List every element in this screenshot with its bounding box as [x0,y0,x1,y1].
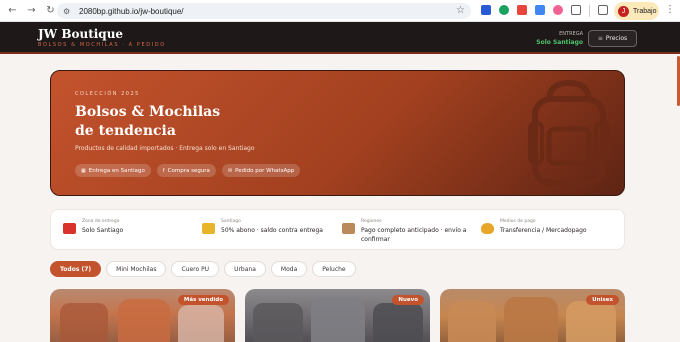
info-card: Zona de entrega Solo Santiago Santiago 5… [50,209,625,250]
avatar: J [618,5,629,17]
profile-button[interactable]: J Trabajo [614,2,659,20]
extension-icon[interactable] [499,5,509,15]
bookmark-star-icon[interactable]: ☆ [456,5,465,17]
facebook-icon: f [162,167,165,174]
filter-urbana[interactable]: Urbana [224,261,266,277]
brand-subtitle: BOLSOS & MOCHILAS · A PEDIDO [38,42,166,48]
hero-description: Productos de calidad importados · Entreg… [75,145,255,152]
media-control-icon[interactable] [598,5,608,15]
info-label: Regiones [361,219,382,224]
product-card[interactable]: Nuevo [245,289,430,342]
product-card[interactable]: Unisex [440,289,625,342]
extension-icon[interactable] [553,5,563,15]
browser-menu-icon[interactable]: ⋮ [665,4,675,15]
chip-secure: f Compra segura [156,164,216,177]
chip-label: Pedido por WhatsApp [235,167,295,174]
url-text: 2080bp.github.io/jw-boutique/ [79,6,184,16]
product-badge: Nuevo [392,295,424,305]
filter-cuero-pu[interactable]: Cuero PU [171,261,220,277]
filter-peluche[interactable]: Peluche [312,261,356,277]
product-badge: Más vendido [177,295,229,305]
filter-mini-mochilas[interactable]: Mini Mochilas [106,261,167,277]
chip-delivery: ▦ Entrega en Santiago [75,164,151,177]
delivery-label: ENTREGA [559,31,583,37]
prices-button[interactable]: ≡ Precios [588,30,637,47]
site-info-icon[interactable]: ⚙ [63,7,73,16]
chip-label: Compra segura [167,167,210,174]
info-label: Zona de entrega [82,219,120,224]
chip-whatsapp[interactable]: ✉ Pedido por WhatsApp [221,164,301,177]
site-header: JW Boutique BOLSOS & MOCHILAS · A PEDIDO… [0,22,680,54]
info-value: Pago completo anticipado · envío a confi… [361,226,466,244]
filter-moda[interactable]: Moda [270,261,308,277]
hero-title-line: Bolsos & Mochilas [75,104,221,120]
extension-icon[interactable] [517,5,527,15]
category-filters: Todos (7) Mini Mochilas Cuero PU Urbana … [50,261,361,277]
info-value-line: confirmar [361,236,390,243]
info-value: 50% abono · saldo contra entrega [221,227,323,234]
address-bar[interactable]: ⚙ 2080bp.github.io/jw-boutique/ ☆ [57,3,471,19]
menu-icon: ≡ [597,35,603,42]
prices-button-label: Precios [605,35,628,42]
back-icon[interactable]: ← [6,4,19,17]
backpack-icon [528,79,610,186]
brand-title[interactable]: JW Boutique [38,27,123,41]
delivery-value: Solo Santiago [536,39,583,46]
product-badge: Unisex [586,295,619,305]
chip-label: Entrega en Santiago [88,167,145,174]
calendar-icon: ▦ [81,167,86,174]
product-card[interactable]: Más vendido [50,289,235,342]
box-icon [342,223,355,234]
info-value: Solo Santiago [82,227,124,234]
truck-icon [63,223,76,234]
filter-all[interactable]: Todos (7) [50,261,102,277]
info-label: Santiago [221,219,241,224]
extension-icon[interactable] [535,5,545,15]
info-value-line: Pago completo anticipado · envío a [361,227,467,234]
moneybag-icon [481,223,494,234]
info-value: Transferencia / Mercadopago [500,227,587,234]
card-icon [202,223,215,234]
extension-icon[interactable] [481,5,491,15]
hero-banner: COLECCIÓN 2025 Bolsos & Mochilas de tend… [50,70,625,196]
info-label: Medios de pago [500,219,536,224]
message-icon: ✉ [227,167,233,174]
toolbar-divider [589,5,590,17]
hero-title-line: de tendencia [75,123,176,139]
reload-icon[interactable]: ↻ [44,4,57,17]
extensions-puzzle-icon[interactable] [571,5,581,15]
hero-title: Bolsos & Mochilas de tendencia [75,103,220,141]
hero-chips: ▦ Entrega en Santiago f Compra segura ✉ … [75,164,306,177]
profile-label: Trabajo [633,7,657,15]
hero-tag: COLECCIÓN 2025 [75,91,140,97]
forward-icon[interactable]: → [25,4,38,17]
